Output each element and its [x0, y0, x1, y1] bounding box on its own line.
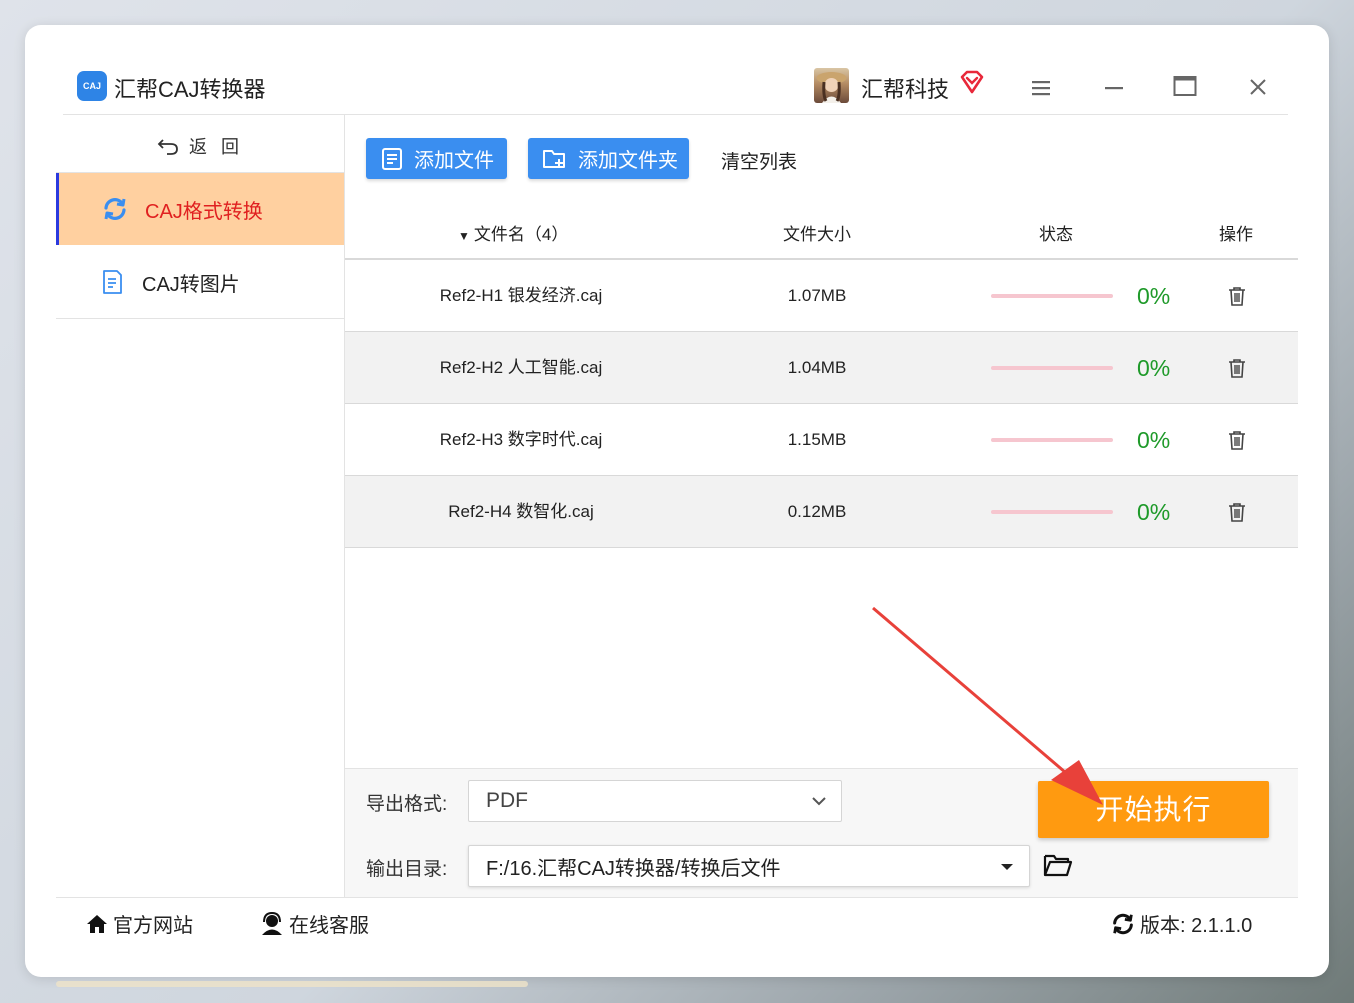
progress-bar: [991, 510, 1113, 514]
file-name: Ref2-H4 数智化.caj: [448, 502, 594, 521]
add-folder-label: 添加文件夹: [578, 150, 678, 172]
refresh-icon: [104, 198, 126, 220]
app-title: 汇帮CAJ转换器: [114, 77, 266, 102]
column-header-status: 状态: [1039, 225, 1073, 244]
document-icon: [103, 270, 122, 294]
menu-icon[interactable]: [1028, 75, 1054, 101]
row-divider: [345, 547, 1298, 548]
sidebar-item-label: CAJ转图片: [142, 273, 240, 296]
sidebar-item-label: CAJ格式转换: [145, 200, 263, 223]
add-file-label: 添加文件: [414, 150, 494, 172]
chevron-down-icon: [812, 797, 826, 806]
update-refresh-icon: [1113, 913, 1133, 934]
output-dir-select[interactable]: F:/16.汇帮CAJ转换器/转换后文件: [468, 845, 1030, 887]
trash-icon[interactable]: [1226, 429, 1248, 451]
file-size: 0.12MB: [787, 502, 847, 521]
close-icon[interactable]: [1245, 74, 1271, 100]
column-header-name[interactable]: ▼ 文件名（4）: [458, 220, 568, 245]
add-file-icon: [382, 147, 402, 170]
back-arrow-icon: [157, 139, 178, 155]
sidebar-item-divider: [56, 318, 344, 319]
bottom-panel-divider: [345, 768, 1298, 769]
file-name: Ref2-H2 人工智能.caj: [439, 358, 603, 377]
vip-diamond-icon[interactable]: [959, 70, 985, 96]
clear-list-button[interactable]: 清空列表: [721, 147, 797, 174]
progress-bar: [991, 294, 1113, 298]
progress-bar: [991, 438, 1113, 442]
official-website-label: 官方网站: [113, 915, 193, 937]
user-name[interactable]: 汇帮科技: [861, 72, 949, 104]
progress-bar: [991, 366, 1113, 370]
file-size: 1.04MB: [787, 358, 847, 377]
progress-percent: 0%: [1137, 283, 1171, 309]
start-button[interactable]: 开始执行: [1038, 781, 1269, 838]
avatar[interactable]: [814, 68, 849, 103]
online-support-label: 在线客服: [289, 915, 369, 937]
export-format-select[interactable]: PDF: [468, 780, 842, 822]
app-logo-icon: CAJ: [77, 71, 107, 101]
add-folder-button[interactable]: 添加文件夹: [528, 138, 689, 179]
column-header-action: 操作: [1219, 225, 1253, 244]
export-format-value: PDF: [486, 789, 528, 812]
official-website-link[interactable]: 官方网站: [85, 909, 193, 938]
progress-percent: 0%: [1137, 427, 1171, 453]
window-underglow: [56, 981, 528, 987]
export-format-label: 导出格式:: [366, 794, 448, 815]
table-row[interactable]: Ref2-H2 人工智能.caj 1.04MB 0%: [345, 332, 1298, 404]
progress-percent: 0%: [1137, 499, 1171, 525]
app-window: CAJ 汇帮CAJ转换器 汇帮科技 返回 CAJ格式转换 CAJ转图片 添加文件…: [25, 25, 1329, 977]
maximize-icon[interactable]: [1172, 73, 1198, 99]
trash-icon[interactable]: [1226, 357, 1248, 379]
sidebar-item-caj-format[interactable]: CAJ格式转换: [56, 173, 344, 245]
back-button[interactable]: 返回: [157, 133, 253, 159]
folder-open-icon[interactable]: [1043, 851, 1073, 879]
home-icon: [87, 914, 107, 933]
support-agent-icon: [262, 911, 282, 935]
version-label: 版本: 2.1.1.0: [1140, 915, 1253, 937]
footer-divider: [56, 897, 1298, 898]
file-size: 1.15MB: [787, 430, 847, 449]
output-dir-value: F:/16.汇帮CAJ转换器/转换后文件: [486, 857, 781, 880]
column-header-size: 文件大小: [783, 225, 851, 244]
trash-icon[interactable]: [1226, 285, 1248, 307]
table-row[interactable]: Ref2-H3 数字时代.caj 1.15MB 0%: [345, 404, 1298, 476]
file-size: 1.07MB: [787, 286, 847, 305]
minimize-icon[interactable]: [1101, 75, 1127, 101]
column-header-name-label: 文件名（4）: [473, 225, 569, 244]
sidebar-item-caj-image[interactable]: CAJ转图片: [56, 246, 344, 318]
table-row[interactable]: Ref2-H1 银发经济.caj 1.07MB 0%: [345, 260, 1298, 332]
version-info[interactable]: 版本: 2.1.1.0: [1110, 909, 1252, 938]
add-file-button[interactable]: 添加文件: [366, 138, 507, 179]
sort-down-icon: ▼: [458, 229, 470, 243]
title-bar: CAJ 汇帮CAJ转换器 汇帮科技: [25, 25, 1329, 115]
back-label: 返回: [189, 137, 253, 157]
output-dir-label: 输出目录:: [366, 859, 448, 880]
title-divider: [63, 114, 1288, 115]
file-name: Ref2-H3 数字时代.caj: [439, 430, 603, 449]
table-row[interactable]: Ref2-H4 数智化.caj 0.12MB 0%: [345, 476, 1298, 548]
trash-icon[interactable]: [1226, 501, 1248, 523]
online-support-link[interactable]: 在线客服: [259, 909, 369, 938]
dropdown-triangle-icon: [1001, 864, 1013, 870]
file-name: Ref2-H1 银发经济.caj: [439, 286, 603, 305]
add-folder-icon: [543, 149, 565, 168]
progress-percent: 0%: [1137, 355, 1171, 381]
